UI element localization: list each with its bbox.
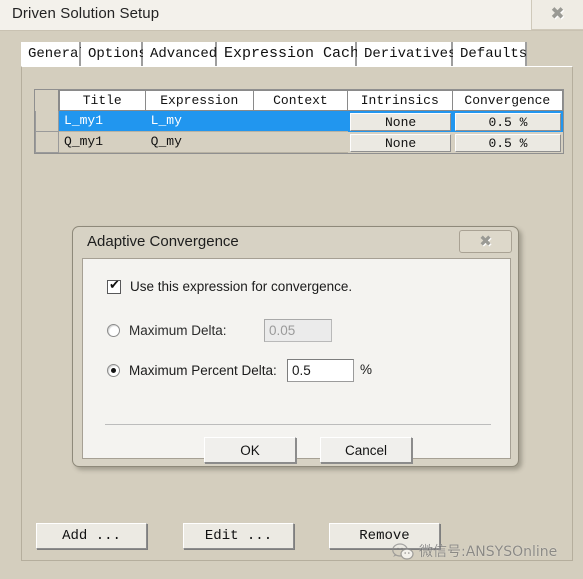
maximum-percent-delta-radio[interactable] bbox=[107, 364, 120, 377]
table-row[interactable]: L_my1 L_my None 0.5 % bbox=[35, 111, 563, 132]
cell-context[interactable] bbox=[254, 132, 349, 153]
cell-intrinsics-button[interactable]: None bbox=[350, 112, 451, 131]
table-corner-cell bbox=[35, 90, 59, 111]
row-selector[interactable] bbox=[35, 132, 60, 153]
cell-convergence-wrap: 0.5 % bbox=[452, 111, 563, 132]
close-icon: ✖ bbox=[550, 4, 565, 24]
cancel-button[interactable]: Cancel bbox=[320, 437, 412, 463]
adaptive-convergence-dialog: Adaptive Convergence ✖ ✔ Use this expres… bbox=[72, 226, 519, 467]
dialog-title: Adaptive Convergence bbox=[87, 233, 239, 250]
use-expression-label: Use this expression for convergence. bbox=[130, 279, 353, 294]
dialog-separator bbox=[105, 424, 491, 425]
dialog-titlebar: Adaptive Convergence ✖ bbox=[73, 227, 518, 258]
column-header-intrinsics[interactable]: Intrinsics bbox=[347, 90, 453, 111]
column-header-expression[interactable]: Expression bbox=[145, 90, 255, 111]
add-button[interactable]: Add ... bbox=[36, 523, 147, 549]
cell-convergence-button[interactable]: 0.5 % bbox=[454, 133, 561, 152]
tab-general[interactable]: General bbox=[21, 42, 87, 66]
row-selector[interactable] bbox=[35, 111, 60, 132]
cell-title[interactable]: Q_my1 bbox=[59, 132, 146, 153]
driven-solution-setup-window: Driven Solution Setup ✖ General Options … bbox=[0, 0, 583, 579]
cell-intrinsics-wrap: None bbox=[348, 111, 453, 132]
dialog-body: ✔ Use this expression for convergence. M… bbox=[82, 258, 511, 463]
remove-button[interactable]: Remove bbox=[329, 523, 440, 549]
cell-title[interactable]: L_my1 bbox=[59, 111, 146, 132]
cell-intrinsics-button[interactable]: None bbox=[350, 133, 451, 152]
window-close-button[interactable]: ✖ bbox=[531, 0, 583, 30]
use-expression-checkbox[interactable]: ✔ bbox=[107, 277, 121, 294]
cell-context[interactable] bbox=[254, 111, 349, 132]
tab-strip: General Options Advanced Expression Cach… bbox=[21, 42, 573, 68]
tab-defaults[interactable]: Defaults bbox=[453, 42, 527, 66]
maximum-delta-label: Maximum Delta: bbox=[129, 323, 227, 338]
column-header-context[interactable]: Context bbox=[254, 90, 348, 111]
tab-expression-cache[interactable]: Expression Cache bbox=[217, 42, 368, 66]
dialog-close-button[interactable]: ✖ bbox=[459, 230, 512, 253]
ok-button[interactable]: OK bbox=[204, 437, 296, 463]
column-header-title[interactable]: Title bbox=[58, 90, 146, 111]
column-header-convergence[interactable]: Convergence bbox=[452, 90, 563, 111]
table-row[interactable]: Q_my1 Q_my None 0.5 % bbox=[35, 132, 563, 153]
maximum-percent-delta-label: Maximum Percent Delta: bbox=[129, 363, 277, 378]
tab-options[interactable]: Options bbox=[81, 42, 147, 66]
close-icon: ✖ bbox=[479, 232, 492, 250]
table-header-row: Title Expression Context Intrinsics Conv… bbox=[35, 90, 563, 111]
expression-cache-table[interactable]: Title Expression Context Intrinsics Conv… bbox=[34, 89, 564, 154]
tab-derivatives[interactable]: Derivatives bbox=[357, 42, 456, 66]
cell-expression[interactable]: L_my bbox=[145, 111, 255, 132]
window-title: Driven Solution Setup bbox=[12, 5, 160, 22]
tab-advanced[interactable]: Advanced bbox=[143, 42, 217, 66]
maximum-delta-radio[interactable] bbox=[107, 324, 120, 337]
cell-intrinsics-wrap: None bbox=[348, 132, 453, 153]
cell-convergence-button[interactable]: 0.5 % bbox=[454, 112, 561, 131]
maximum-delta-input[interactable]: 0.05 bbox=[264, 319, 332, 342]
cell-expression[interactable]: Q_my bbox=[145, 132, 255, 153]
window-titlebar: Driven Solution Setup ✖ bbox=[0, 0, 583, 31]
percent-unit-label: % bbox=[360, 362, 373, 377]
use-expression-checkbox-row[interactable]: ✔ Use this expression for convergence. bbox=[107, 277, 353, 294]
edit-button[interactable]: Edit ... bbox=[183, 523, 294, 549]
cell-convergence-wrap: 0.5 % bbox=[453, 132, 563, 153]
check-icon: ✔ bbox=[109, 277, 120, 293]
action-button-bar: Add ... Edit ... Remove bbox=[22, 519, 574, 563]
maximum-percent-delta-input[interactable]: 0.5 bbox=[287, 359, 354, 382]
